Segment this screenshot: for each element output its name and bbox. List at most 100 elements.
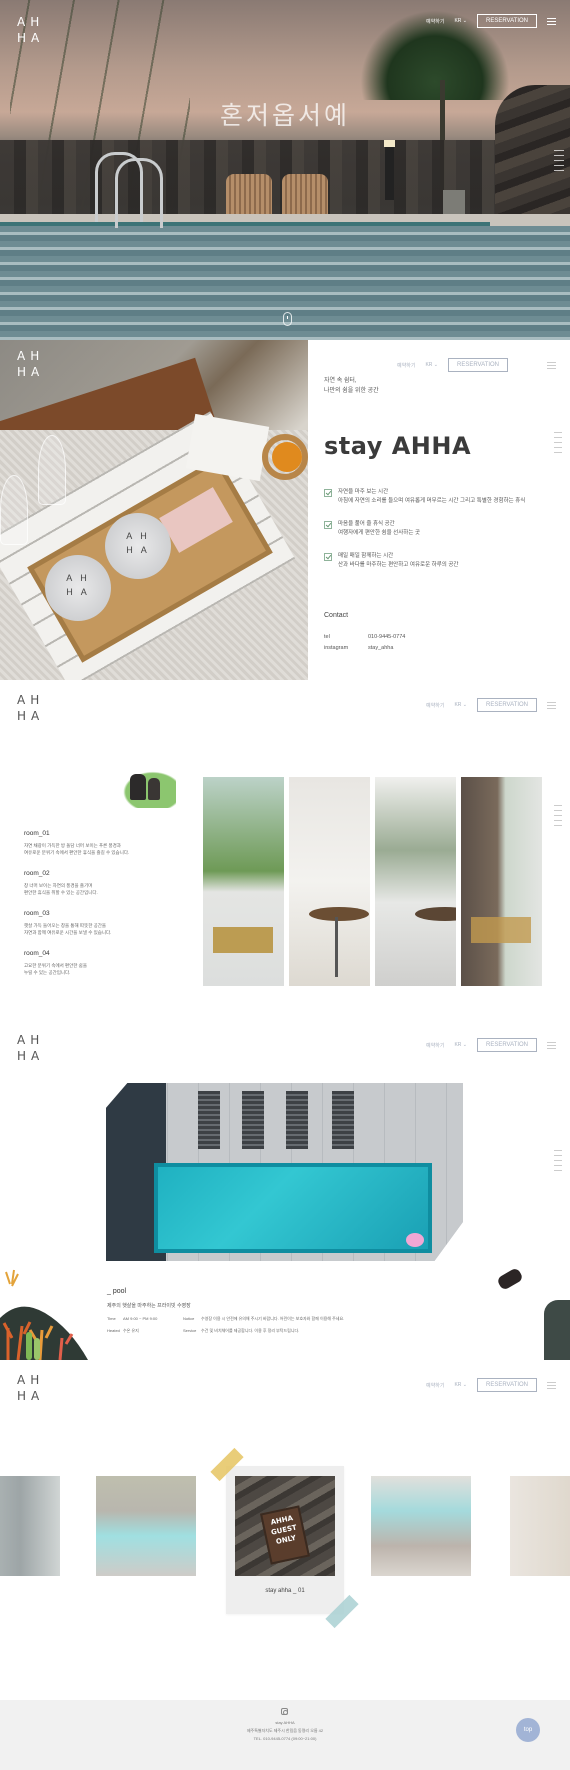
logo-line: AH xyxy=(17,349,45,363)
section-nav-item[interactable] xyxy=(554,442,562,443)
round-table xyxy=(309,907,369,921)
feature-text: 매일 매일 함께하는 시간 산과 바다를 마주하는 편안하고 여유로운 하루의 … xyxy=(338,553,459,568)
section-nav-item[interactable] xyxy=(554,1170,562,1171)
section-nav-item[interactable] xyxy=(554,452,562,453)
sun-lounger xyxy=(286,1091,308,1149)
reservation-button[interactable]: RESERVATION xyxy=(476,1378,537,1392)
reservation-button[interactable]: RESERVATION xyxy=(476,1038,537,1052)
logo[interactable]: AH HA xyxy=(17,348,44,380)
chevron-down-icon: ⌄ xyxy=(462,1042,467,1048)
logo[interactable]: AH HA xyxy=(17,1372,44,1404)
section-nav-item[interactable] xyxy=(554,150,564,151)
hero-title: 혼저옵서예 xyxy=(219,101,350,130)
section-nav-item[interactable] xyxy=(554,810,562,811)
section-nav-item[interactable] xyxy=(554,155,564,156)
room-photo-02[interactable] xyxy=(289,777,370,986)
section-nav-item[interactable] xyxy=(554,825,562,826)
menu-icon[interactable] xyxy=(547,17,556,25)
room-item[interactable]: room_03 햇살 가득 들어오는 창을 통해 따뜻한 공간을 자연과 함께 … xyxy=(24,910,184,936)
section-nav-item[interactable] xyxy=(554,815,562,816)
pool-photo xyxy=(106,1083,463,1261)
info-key: Service xyxy=(183,1328,197,1333)
logo-line: HA xyxy=(17,709,45,723)
book-link[interactable]: 예약하기 xyxy=(397,362,415,369)
reservation-button[interactable]: RESERVATION xyxy=(476,14,537,28)
book-link[interactable]: 예약하기 xyxy=(426,702,444,709)
room-item[interactable]: room_04 고요한 분위기 속에서 편안한 쉼을 누릴 수 있는 공간입니다… xyxy=(24,950,184,976)
header-nav: 예약하기 KR ⌄ RESERVATION xyxy=(426,1038,556,1052)
rooms-section: AH HA 예약하기 KR ⌄ RESERVATION room_01 자연 채… xyxy=(0,680,570,1020)
room-item[interactable]: room_02 창 너머 보이는 자연의 풍경을 즐기며 편안한 휴식을 취할 … xyxy=(24,870,184,896)
contact-heading: Contact xyxy=(324,612,349,619)
section-nav-item[interactable] xyxy=(554,805,562,806)
rattan-chair xyxy=(226,174,272,216)
logo-line: AH xyxy=(17,693,45,707)
reservation-button[interactable]: RESERVATION xyxy=(447,358,508,372)
menu-icon[interactable] xyxy=(547,1041,556,1049)
pool-label: _ pool xyxy=(107,1288,127,1295)
wine-glass xyxy=(38,435,66,505)
scroll-indicator-icon[interactable] xyxy=(283,312,292,326)
section-nav-item[interactable] xyxy=(554,165,564,166)
wine-glass xyxy=(0,475,28,545)
section-nav-item[interactable] xyxy=(554,1150,562,1151)
pool-ladder-rail xyxy=(115,158,163,228)
logo[interactable]: AH HA xyxy=(17,1032,44,1064)
language-select[interactable]: KR ⌄ xyxy=(454,1382,467,1388)
check-icon xyxy=(324,521,332,529)
room-item[interactable]: room_01 자연 채광이 가득한 방 돌담 너머 보이는 푸른 풍경과 여유… xyxy=(24,830,184,856)
contact-phone[interactable]: 010-9445-0774 xyxy=(368,634,405,640)
gallery-slide-active[interactable]: AHHA GUEST ONLY stay ahha _ 01 xyxy=(226,1466,344,1614)
language-select[interactable]: KR ⌄ xyxy=(425,362,438,368)
section-nav-item[interactable] xyxy=(554,1165,562,1166)
language-select[interactable]: KR ⌄ xyxy=(454,702,467,708)
gallery-slide[interactable] xyxy=(0,1476,60,1576)
sun-lounger xyxy=(198,1091,220,1149)
gallery-slide[interactable] xyxy=(510,1476,570,1576)
logo-line: HA xyxy=(17,1049,45,1063)
menu-icon[interactable] xyxy=(547,362,556,369)
room-photo-03[interactable] xyxy=(375,777,456,986)
info-value: 수건 및 비치체어를 제공합니다. 이용 후 정리 부탁드립니다. xyxy=(201,1328,300,1333)
logo-line: HA xyxy=(17,1389,45,1403)
logo[interactable]: AH HA xyxy=(17,14,44,46)
section-nav-item[interactable] xyxy=(554,170,564,171)
section-nav-item[interactable] xyxy=(554,447,562,448)
book-link[interactable]: 예약하기 xyxy=(426,1042,444,1049)
chevron-down-icon: ⌄ xyxy=(462,18,467,24)
mascot-illustration xyxy=(118,768,176,808)
instagram-icon[interactable] xyxy=(281,1708,288,1715)
section-nav-item[interactable] xyxy=(554,820,562,821)
gallery-slide[interactable] xyxy=(96,1476,196,1576)
logo[interactable]: AH HA xyxy=(17,692,44,724)
reservation-button[interactable]: RESERVATION xyxy=(476,698,537,712)
stay-title: stay AHHA xyxy=(324,432,472,460)
feature-item: 마음을 풀어 줄 휴식 공간 여행자에게 편안한 쉼을 선사하는 곳 xyxy=(324,520,552,538)
book-link[interactable]: 예약하기 xyxy=(426,1382,444,1389)
header-nav: 예약하기 KR ⌄ RESERVATION xyxy=(426,14,556,28)
info-value: 수영장 이용 시 안전에 유의해 주시기 바랍니다. 어린이는 보호자와 함께 … xyxy=(201,1316,345,1321)
room-photo-strip xyxy=(203,777,542,986)
room-list: room_01 자연 채광이 가득한 방 돌담 너머 보이는 푸른 풍경과 여유… xyxy=(24,830,184,990)
language-select[interactable]: KR ⌄ xyxy=(454,1042,467,1048)
language-select[interactable]: KR ⌄ xyxy=(454,18,467,24)
check-icon xyxy=(324,489,332,497)
section-nav-item[interactable] xyxy=(554,432,562,433)
section-nav xyxy=(554,150,564,175)
section-nav-item[interactable] xyxy=(554,437,562,438)
room-photo-04[interactable] xyxy=(461,777,542,986)
menu-icon[interactable] xyxy=(547,1381,556,1389)
room-photo-01[interactable] xyxy=(203,777,284,986)
book-link[interactable]: 예약하기 xyxy=(426,18,444,25)
coral-illustration xyxy=(0,1268,88,1360)
section-nav-item[interactable] xyxy=(554,160,564,161)
contact-instagram[interactable]: stay_ahha xyxy=(368,645,393,651)
section-nav xyxy=(554,1150,562,1175)
amenity-tin: A H H A xyxy=(45,555,111,621)
back-to-top-button[interactable]: top xyxy=(516,1718,540,1742)
gallery-slide[interactable] xyxy=(371,1476,471,1576)
section-nav-item[interactable] xyxy=(554,1155,562,1156)
tin-label: A H xyxy=(66,573,90,583)
menu-icon[interactable] xyxy=(547,701,556,709)
section-nav-item[interactable] xyxy=(554,1160,562,1161)
